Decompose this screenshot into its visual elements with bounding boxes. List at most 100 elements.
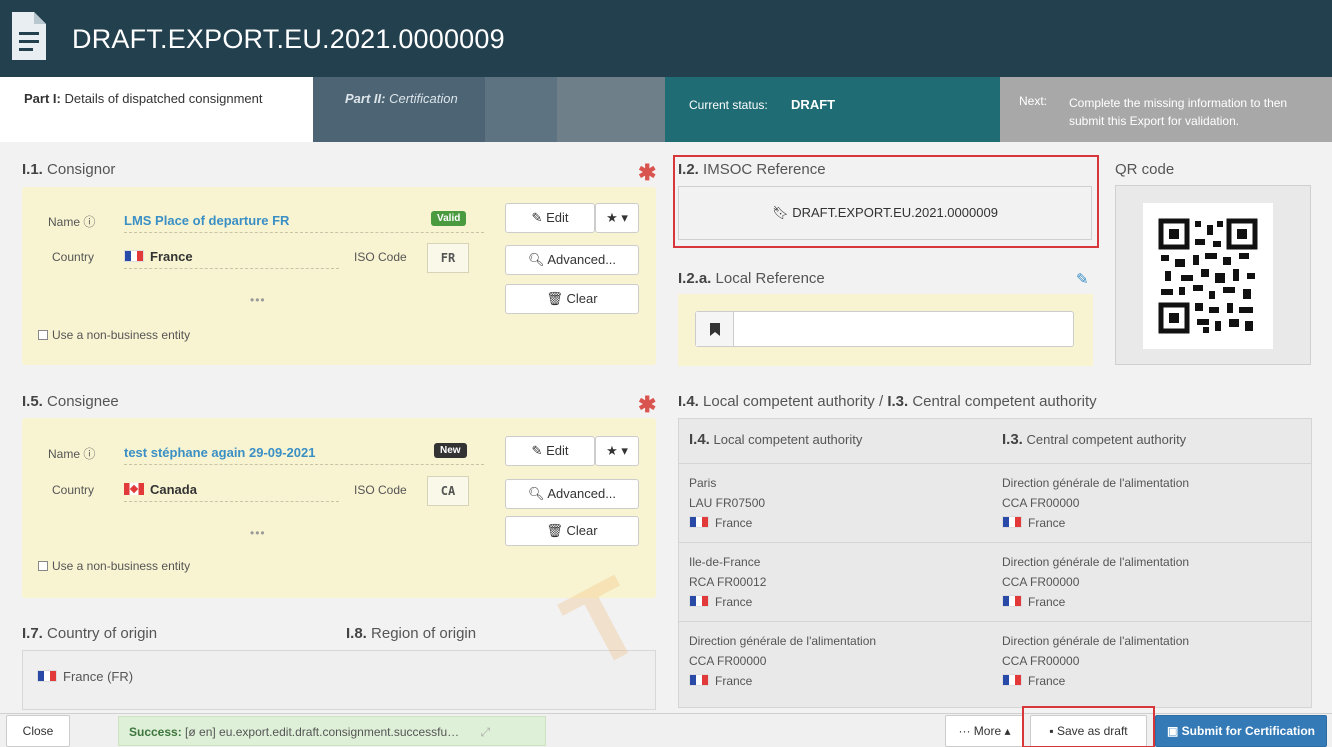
origin-region-title: Region of origin (371, 625, 477, 642)
consignee-edit-button[interactable]: ✎ Edit (505, 436, 595, 466)
tab-part-2[interactable]: Part II: Certification (313, 77, 485, 142)
region-of-origin-heading: I.8. Region of origin (346, 625, 476, 642)
local-authority-cell: Paris LAU FR07500 France (689, 476, 766, 530)
table-row: Paris LAU FR07500 France Direction généra… (679, 463, 1311, 542)
close-button[interactable]: Close (6, 715, 70, 747)
local-reference-heading: I.2.a. Local Reference (678, 270, 825, 287)
france-flag-icon (689, 595, 709, 607)
consignee-name-value[interactable]: test stéphane again 29-09-2021 (124, 445, 484, 465)
local-ref-code: I.2.a. (678, 270, 712, 287)
origin-region-code: I.8. (346, 625, 367, 642)
consignee-advanced-button[interactable]: 🔍︎ Advanced... (505, 479, 639, 509)
tabs-bar: Part I: Details of dispatched consignmen… (0, 77, 1332, 142)
highlight-outline (1022, 706, 1155, 747)
non-business-checkbox[interactable]: Use a non-business entity (38, 328, 190, 342)
consignee-panel: Name ⓘ test stéphane again 29-09-2021 Ne… (22, 418, 656, 598)
canada-flag-icon (124, 483, 144, 495)
local-reference-panel (678, 294, 1093, 366)
consignor-country-label: Country (52, 250, 95, 264)
authority-table: I.4. Local competent authority I.3. Cent… (678, 418, 1312, 708)
tab-blank-1 (485, 77, 557, 142)
page-title: DRAFT.EXPORT.EU.2021.0000009 (72, 24, 505, 54)
success-message: Success: [ø en] eu.export.edit.draft.con… (118, 716, 546, 746)
more-fields-dots[interactable]: ••• (250, 293, 266, 307)
consignee-country-value[interactable]: Canada (124, 482, 339, 502)
highlight-outline (673, 155, 1099, 248)
consignor-heading: I.1. Consignor (22, 161, 115, 178)
checkbox-icon[interactable] (38, 330, 48, 340)
consignee-name-label: Name ⓘ (48, 447, 96, 461)
required-asterisk-icon: ✱ (638, 392, 657, 417)
consignee-heading: I.5. Consignee (22, 393, 119, 410)
consignor-advanced-button[interactable]: 🔍︎ Advanced... (505, 245, 639, 275)
consignor-iso-label: ISO Code (354, 250, 407, 264)
consignor-favorite-button[interactable]: ★ ▾ (595, 203, 639, 233)
next-step: Next: Complete the missing information t… (1000, 77, 1332, 142)
edit-local-reference-icon[interactable]: ✎ (1076, 270, 1089, 288)
country-of-origin-box: France (FR) (22, 650, 656, 710)
tab-part-1[interactable]: Part I: Details of dispatched consignmen… (0, 77, 313, 142)
central-authority-column-header: I.3. Central competent authority (1002, 431, 1187, 448)
document-icon (12, 12, 46, 60)
consignee-iso-label: ISO Code (354, 483, 407, 497)
valid-badge: Valid (431, 211, 467, 226)
central-authority-cell: Direction générale de l'alimentation CCA … (1002, 634, 1190, 688)
submit-icon: ▣ (1166, 724, 1179, 738)
more-fields-dots[interactable]: ••• (250, 526, 266, 540)
qr-code-image (1143, 203, 1273, 349)
trash-icon: 🗑︎ (546, 523, 563, 538)
bookmark-icon (696, 312, 734, 346)
help-icon: ⓘ (83, 215, 96, 229)
consignor-clear-button[interactable]: 🗑︎ Clear (505, 284, 639, 314)
current-status: Current status: DRAFT (665, 77, 1000, 142)
authority-heading: I.4. Local competent authority / I.3. Ce… (678, 393, 1097, 410)
success-label: Success: (129, 725, 182, 739)
table-row: Direction générale de l'alimentation CCA … (679, 621, 1311, 700)
local-reference-input[interactable] (736, 314, 1070, 344)
consignee-title: Consignee (47, 393, 119, 410)
local-reference-input-group (695, 311, 1074, 347)
origin-country-code: I.7. (22, 625, 43, 642)
consignor-name-label: Name ⓘ (48, 215, 96, 229)
expand-icon[interactable]: ⤢ (481, 725, 491, 739)
next-text: Complete the missing information to then… (1069, 96, 1288, 128)
edit-icon: ✎ (531, 210, 543, 225)
consignee-clear-button[interactable]: 🗑︎ Clear (505, 516, 639, 546)
page-header: DRAFT.EXPORT.EU.2021.0000009 (0, 0, 1332, 87)
local-ref-title: Local Reference (715, 270, 825, 287)
france-flag-icon (689, 674, 709, 686)
country-of-origin-heading: I.7. Country of origin (22, 625, 157, 642)
status-value: DRAFT (791, 97, 836, 112)
tab-part-1-label: Details of dispatched consignment (64, 91, 263, 106)
consignor-title: Consignor (47, 161, 116, 178)
consignee-favorite-button[interactable]: ★ ▾ (595, 436, 639, 466)
success-text: [ø en] eu.export.edit.draft.consignment.… (185, 725, 460, 739)
france-flag-icon (689, 516, 709, 528)
status-label: Current status: (689, 98, 768, 112)
france-flag-icon (1002, 595, 1022, 607)
more-button[interactable]: ··· More ▴ (945, 715, 1024, 747)
consignee-code: I.5. (22, 393, 43, 410)
search-icon: 🔍︎ (527, 486, 545, 501)
consignor-name-value[interactable]: LMS Place of departure FR (124, 213, 484, 233)
central-authority-cell: Direction générale de l'alimentation CCA … (1002, 555, 1190, 609)
origin-country-value: France (FR) (37, 669, 133, 684)
tab-blank-2 (557, 77, 665, 142)
local-authority-cell: Ile-de-France RCA FR00012 France (689, 555, 767, 609)
submit-certification-button[interactable]: ▣ Submit for Certification (1155, 715, 1327, 747)
origin-country-title: Country of origin (47, 625, 158, 642)
footer-bar: Close Success: [ø en] eu.export.edit.dra… (0, 706, 1332, 747)
consignor-edit-button[interactable]: ✎ Edit (505, 203, 595, 233)
trash-icon: 🗑︎ (546, 291, 563, 306)
consignor-code: I.1. (22, 161, 43, 178)
local-authority-column-header: I.4. Local competent authority (689, 431, 863, 448)
consignor-country-value[interactable]: France (124, 249, 339, 269)
france-flag-icon (37, 670, 57, 682)
star-dropdown-icon: ★ ▾ (606, 210, 628, 225)
central-authority-cell: Direction générale de l'alimentation CCA … (1002, 476, 1190, 530)
non-business-checkbox[interactable]: Use a non-business entity (38, 559, 190, 573)
consignor-panel: Name ⓘ LMS Place of departure FR Valid C… (22, 187, 656, 365)
checkbox-icon[interactable] (38, 561, 48, 571)
consignor-iso-value: FR (427, 243, 469, 273)
local-authority-cell: Direction générale de l'alimentation CCA … (689, 634, 877, 688)
